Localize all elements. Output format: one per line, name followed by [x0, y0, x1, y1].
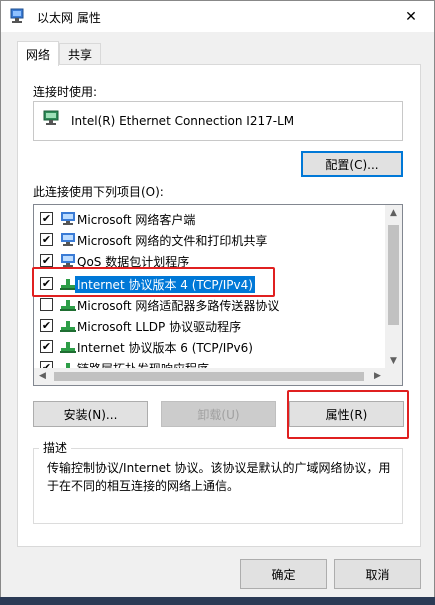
network-adapter-icon: [10, 8, 24, 23]
scroll-up-icon[interactable]: ▲: [385, 205, 402, 222]
description-text: 传输控制协议/Internet 协议。该协议是默认的广域网络协议，用于在不同的相…: [47, 461, 391, 493]
item-label: Internet 协议版本 6 (TCP/IPv6): [77, 341, 253, 355]
adapter-name: Intel(R) Ethernet Connection I217-LM: [71, 114, 295, 128]
scroll-right-icon[interactable]: ▶: [369, 368, 386, 385]
item-label: Microsoft LLDP 协议驱动程序: [77, 320, 242, 334]
tab-strip: 网络 共享: [17, 41, 102, 66]
scroll-thumb[interactable]: [388, 225, 399, 325]
list-item[interactable]: ✔ Microsoft 网络客户端: [34, 208, 384, 229]
title-bar[interactable]: 以太网 属性 ✕: [1, 1, 434, 32]
uninstall-button[interactable]: 卸载(U): [161, 401, 276, 427]
protocol-icon: [60, 300, 76, 311]
scroll-thumb[interactable]: [54, 372, 364, 381]
network-client-icon: [61, 233, 75, 246]
install-button[interactable]: 安装(N)...: [33, 401, 148, 427]
item-label: Microsoft 网络适配器多路传送器协议: [77, 299, 280, 313]
tab-label: 共享: [68, 48, 93, 62]
tab-network[interactable]: 网络: [17, 41, 60, 66]
uninstall-button-label: 卸载(U): [197, 407, 240, 422]
network-adapter-icon: [43, 110, 59, 125]
configure-button-label: 配置(C)...: [325, 157, 379, 172]
tab-sharing[interactable]: 共享: [59, 43, 102, 65]
item-label: Microsoft 网络的文件和打印机共享: [77, 234, 268, 248]
ok-button-label: 确定: [271, 567, 296, 582]
scroll-left-icon[interactable]: ◀: [34, 368, 51, 385]
taskbar-strip: [0, 597, 435, 605]
configure-button[interactable]: 配置(C)...: [301, 151, 403, 177]
properties-window: 以太网 属性 ✕ 网络 共享 连接时使用: Intel(R) Ethernet …: [0, 0, 435, 605]
highlight-ipv4: [32, 267, 275, 297]
list-item[interactable]: ✔ Microsoft 网络的文件和打印机共享: [34, 229, 384, 250]
protocol-icon: [60, 321, 76, 332]
horizontal-scrollbar[interactable]: ◀ ▶: [34, 368, 402, 385]
cancel-button[interactable]: 取消: [334, 559, 421, 589]
tab-label: 网络: [26, 47, 51, 62]
item-checkbox[interactable]: ✔: [40, 254, 53, 267]
ok-button[interactable]: 确定: [240, 559, 327, 589]
network-client-icon: [61, 212, 75, 225]
list-item[interactable]: ✔ Microsoft LLDP 协议驱动程序: [34, 315, 384, 336]
cancel-button-label: 取消: [365, 567, 390, 582]
items-label: 此连接使用下列项目(O):: [33, 185, 164, 199]
protocol-icon: [60, 342, 76, 353]
highlight-properties: [287, 390, 409, 439]
description-title: 描述: [39, 439, 72, 456]
close-icon: ✕: [405, 8, 417, 25]
item-checkbox[interactable]: ✔: [40, 319, 53, 332]
close-button[interactable]: ✕: [388, 1, 434, 32]
item-checkbox[interactable]: ✔: [40, 340, 53, 353]
item-label: Microsoft 网络客户端: [77, 213, 196, 227]
connect-using-label: 连接时使用:: [33, 85, 98, 99]
item-checkbox[interactable]: ✔: [40, 233, 53, 246]
adapter-box: Intel(R) Ethernet Connection I217-LM: [33, 101, 403, 141]
item-checkbox[interactable]: [40, 298, 53, 311]
list-item[interactable]: Microsoft 网络适配器多路传送器协议: [34, 294, 384, 315]
list-item[interactable]: ✔ Internet 协议版本 6 (TCP/IPv6): [34, 336, 384, 357]
vertical-scrollbar[interactable]: ▲ ▼: [385, 205, 402, 370]
item-checkbox[interactable]: ✔: [40, 212, 53, 225]
window-title: 以太网 属性: [37, 11, 101, 25]
install-button-label: 安装(N)...: [63, 407, 118, 422]
network-client-icon: [61, 254, 75, 267]
